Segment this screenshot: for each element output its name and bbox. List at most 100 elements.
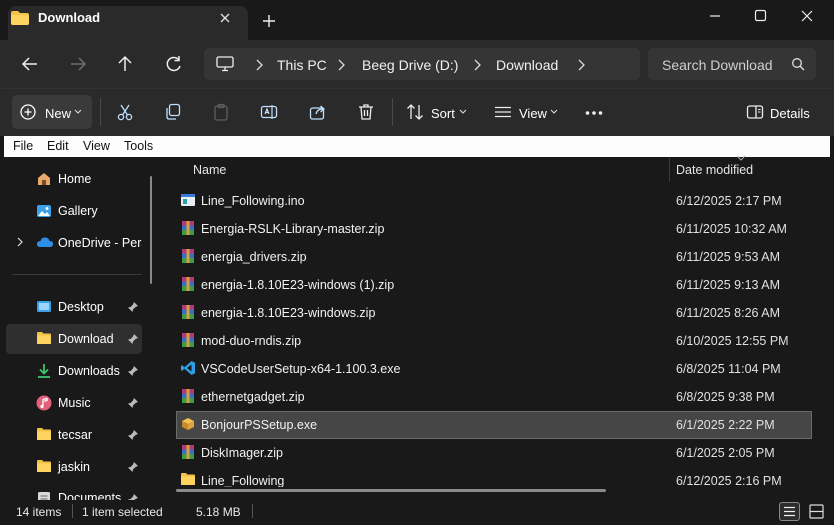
details-view-button[interactable] <box>779 502 800 521</box>
folder-icon <box>180 472 196 486</box>
folder-icon <box>10 10 30 26</box>
file-date: 6/11/2025 9:13 AM <box>676 278 781 292</box>
pin-icon[interactable] <box>127 397 139 409</box>
file-date: 6/8/2025 9:38 PM <box>676 390 775 404</box>
gallery-icon <box>36 203 52 219</box>
search-icon[interactable] <box>791 57 805 71</box>
desktop-icon <box>36 299 52 315</box>
delete-icon[interactable] <box>357 103 375 121</box>
file-name: VSCodeUserSetup-x64-1.100.3.exe <box>201 362 401 376</box>
breadcrumb-download[interactable]: Download <box>496 57 558 73</box>
new-tab-icon[interactable] <box>262 14 276 28</box>
refresh-icon[interactable] <box>160 50 188 78</box>
chevron-right-icon[interactable] <box>576 58 586 72</box>
file-name: mod-duo-rndis.zip <box>201 334 302 348</box>
pin-icon[interactable] <box>127 429 139 441</box>
sidebar-item-label: Music <box>58 396 91 410</box>
view-icon[interactable] <box>494 103 512 121</box>
file-name: Line_Following.ino <box>201 194 305 208</box>
more-options-icon[interactable] <box>585 110 603 116</box>
up-arrow-icon[interactable] <box>111 50 139 78</box>
sort-button[interactable]: Sort <box>431 106 455 121</box>
minimize-icon[interactable] <box>700 6 730 26</box>
file-name: ethernetgadget.zip <box>201 390 305 404</box>
view-button[interactable]: View <box>519 106 547 121</box>
downloads-icon <box>36 363 52 379</box>
menu-edit[interactable]: Edit <box>47 139 69 153</box>
folder-icon <box>36 427 52 441</box>
zip-archive-icon <box>180 332 196 348</box>
chevron-down-icon <box>550 109 558 115</box>
file-date: 6/8/2025 11:04 PM <box>676 362 781 376</box>
file-name: Line_Following <box>201 474 285 487</box>
chevron-right-icon[interactable] <box>16 237 24 247</box>
ino-file-icon <box>180 193 196 207</box>
menu-view[interactable]: View <box>83 139 110 153</box>
this-pc-icon[interactable] <box>216 56 234 72</box>
nav-scrollbar[interactable] <box>150 176 152 284</box>
sort-descending-icon <box>736 155 746 161</box>
zip-archive-icon <box>180 248 196 264</box>
file-date: 6/12/2025 2:17 PM <box>676 194 782 208</box>
home-icon <box>36 171 52 187</box>
maximize-icon[interactable] <box>746 6 776 26</box>
file-date: 6/10/2025 12:55 PM <box>676 334 789 348</box>
sidebar-item-label: Gallery <box>58 204 98 218</box>
column-divider[interactable] <box>669 158 670 182</box>
file-name: Energia-RSLK-Library-master.zip <box>201 222 385 236</box>
sidebar-item-label: Desktop <box>58 300 104 314</box>
forward-arrow-icon[interactable] <box>64 50 92 78</box>
sidebar-item-documents[interactable]: Documents <box>58 491 121 500</box>
details-pane-icon[interactable] <box>746 103 764 121</box>
horizontal-scrollbar[interactable] <box>176 489 606 492</box>
chevron-right-icon[interactable] <box>336 58 346 72</box>
sidebar-item-label: Downloads <box>58 364 120 378</box>
tiles-view-button[interactable] <box>806 502 827 521</box>
menu-tools[interactable]: Tools <box>124 139 153 153</box>
zip-archive-icon <box>180 276 196 292</box>
file-name: energia_drivers.zip <box>201 250 307 264</box>
close-window-icon[interactable] <box>792 6 822 26</box>
close-tab-icon[interactable] <box>216 9 234 27</box>
pin-icon[interactable] <box>127 333 139 345</box>
copy-icon[interactable] <box>164 103 182 121</box>
pin-icon[interactable] <box>127 365 139 377</box>
file-name: DiskImager.zip <box>201 446 283 460</box>
sort-icon[interactable] <box>406 103 424 121</box>
pin-icon[interactable] <box>127 493 139 500</box>
paste-icon[interactable] <box>212 103 230 121</box>
rename-icon[interactable] <box>260 103 278 121</box>
back-arrow-icon[interactable] <box>16 50 44 78</box>
breadcrumb-this-pc[interactable]: This PC <box>277 57 327 73</box>
tab-title: Download <box>38 10 101 25</box>
share-icon[interactable] <box>309 103 327 121</box>
pin-icon[interactable] <box>127 301 139 313</box>
zip-archive-icon <box>180 388 196 404</box>
file-name: energia-1.8.10E23-windows (1).zip <box>201 278 395 292</box>
sidebar-item-label: tecsar <box>58 428 93 442</box>
file-date: 6/12/2025 2:16 PM <box>676 474 782 487</box>
breadcrumb-drive[interactable]: Beeg Drive (D:) <box>362 57 458 73</box>
menu-file[interactable]: File <box>13 139 33 153</box>
column-header-name[interactable]: Name <box>193 163 226 177</box>
selection-size: 5.18 MB <box>196 505 241 519</box>
chevron-right-icon[interactable] <box>254 58 264 72</box>
file-row[interactable]: Line_Following 6/12/2025 2:16 PM <box>176 467 812 487</box>
chevron-down-icon <box>74 109 82 115</box>
search-placeholder: Search Download <box>662 57 773 73</box>
add-circle-icon <box>20 104 36 120</box>
file-name: BonjourPSSetup.exe <box>201 418 318 432</box>
pin-icon[interactable] <box>127 461 139 473</box>
zip-archive-icon <box>180 444 196 460</box>
details-button[interactable]: Details <box>770 106 810 121</box>
status-divider <box>72 504 73 518</box>
chevron-right-icon[interactable] <box>472 58 482 72</box>
file-date: 6/1/2025 2:22 PM <box>676 418 775 432</box>
file-date: 6/11/2025 9:53 AM <box>676 250 781 264</box>
column-header-date[interactable]: Date modified <box>676 163 753 177</box>
cut-icon[interactable] <box>116 103 134 121</box>
zip-archive-icon <box>180 304 196 320</box>
status-divider <box>252 504 253 518</box>
zip-archive-icon <box>180 220 196 236</box>
toolbar-divider <box>100 98 101 126</box>
